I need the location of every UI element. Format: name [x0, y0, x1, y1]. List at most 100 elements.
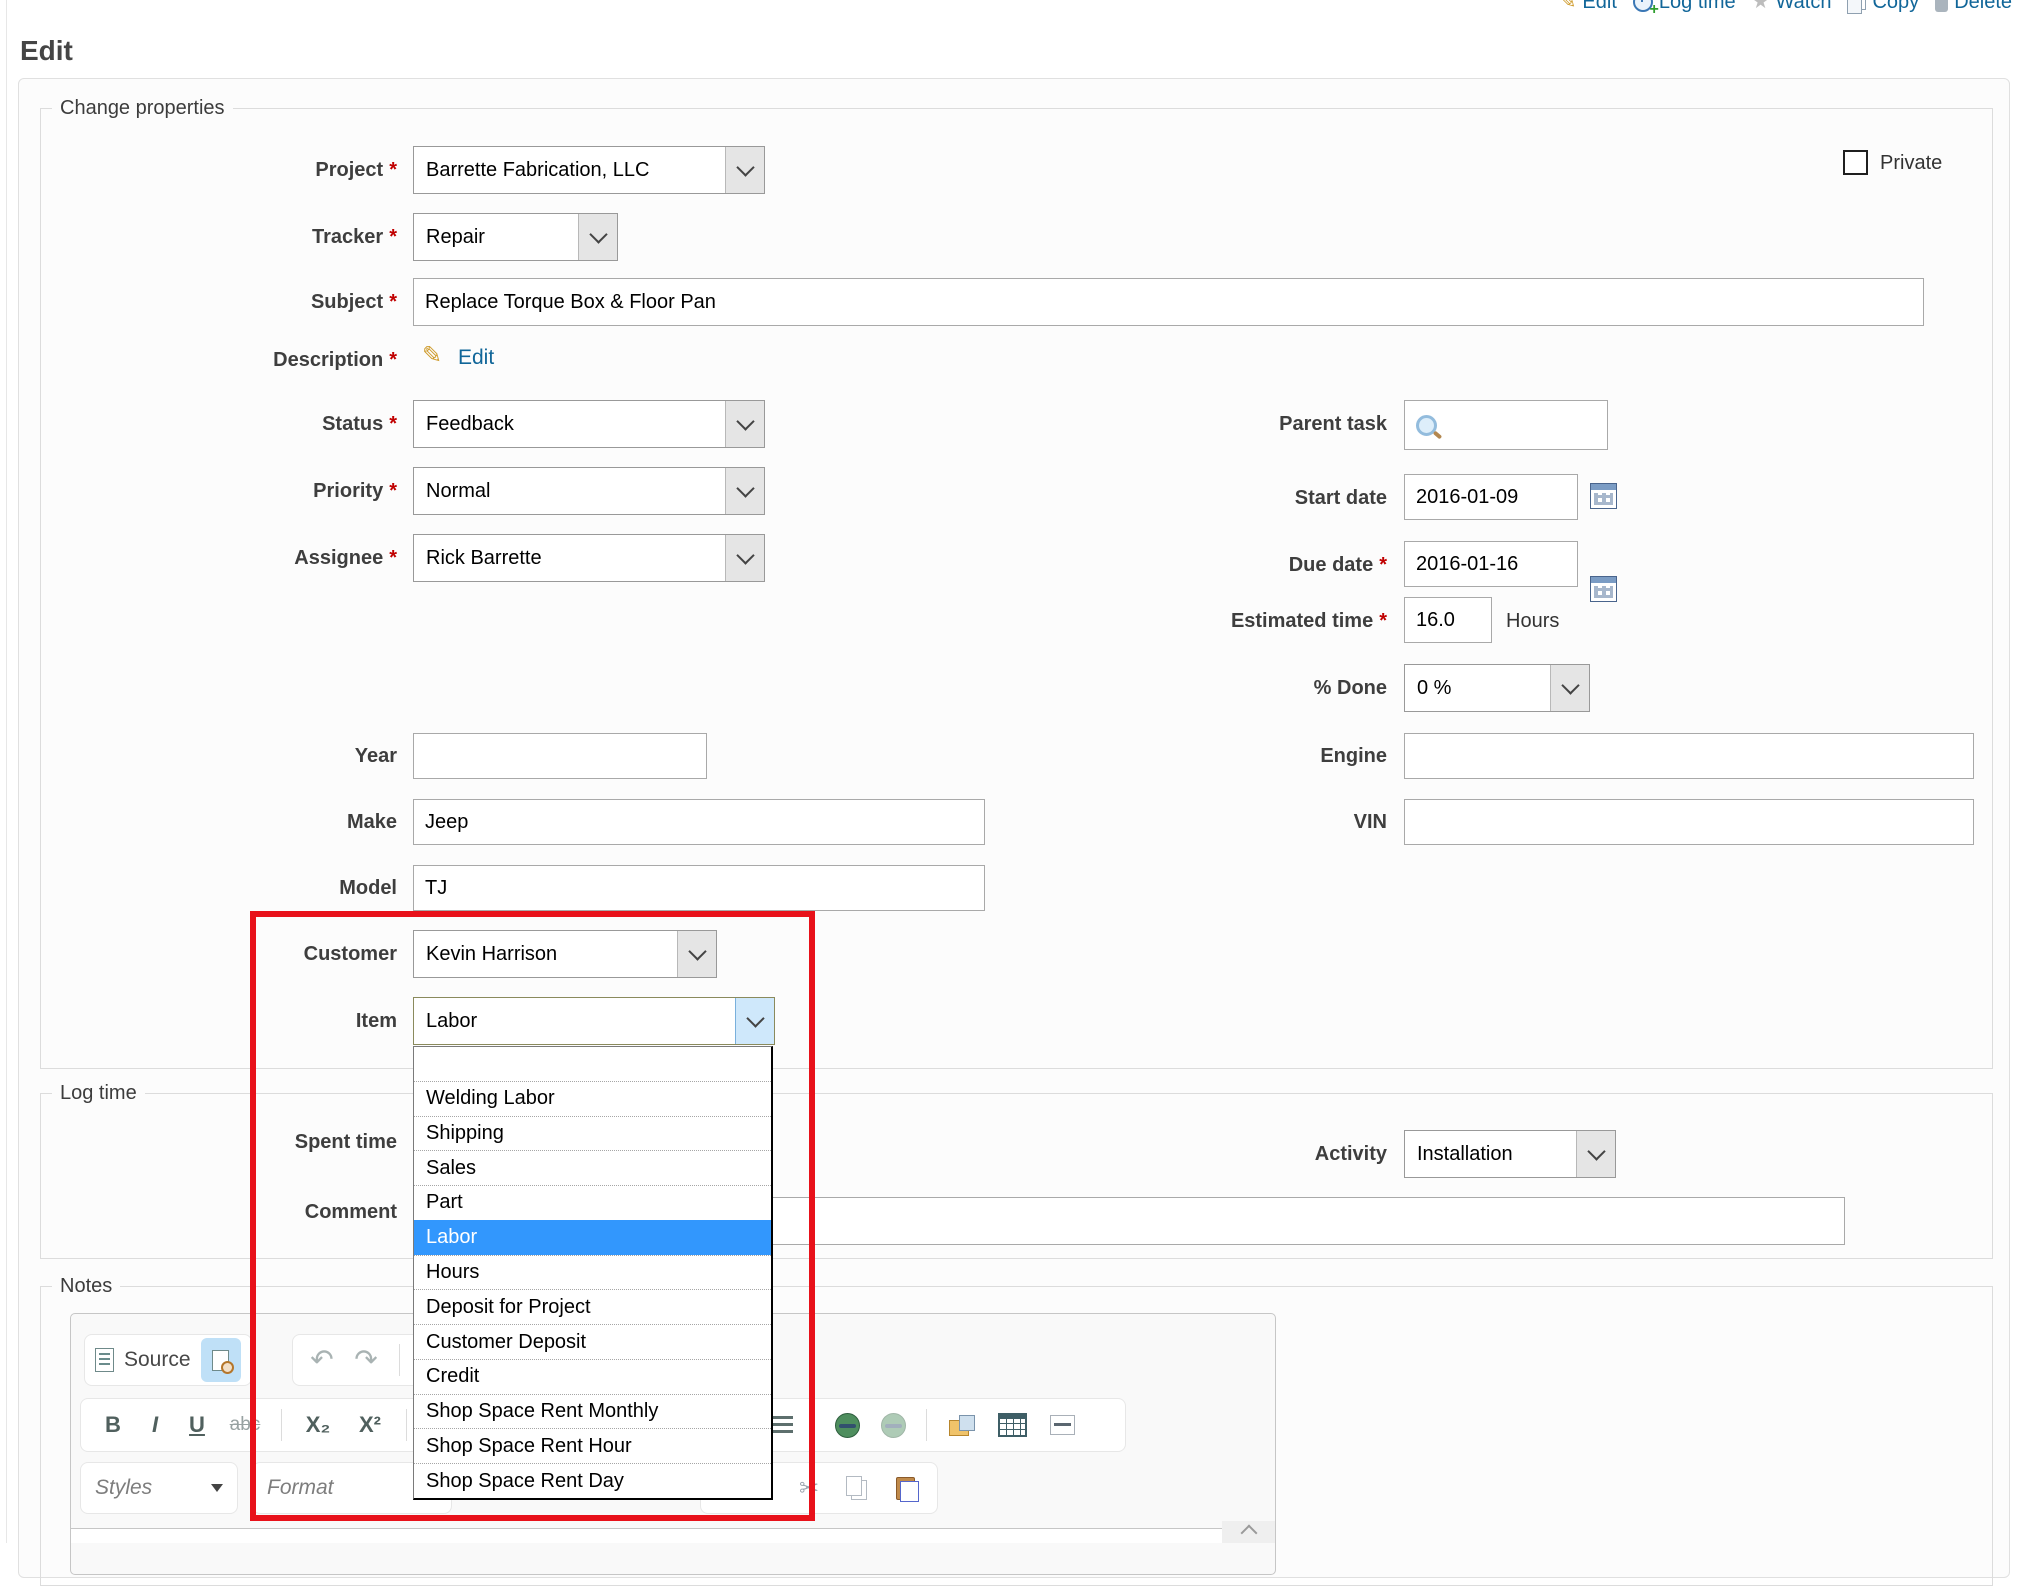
table-button[interactable] — [989, 1413, 1035, 1437]
chevron-down-icon — [1576, 1131, 1615, 1177]
horizontal-rule-button[interactable] — [1039, 1415, 1085, 1435]
status-select[interactable]: Feedback — [413, 400, 765, 448]
item-dropdown-option[interactable]: Shop Space Rent Day — [414, 1463, 771, 1498]
italic-button[interactable]: I — [137, 1412, 173, 1438]
required-mark: * — [389, 547, 397, 569]
contextual-link-label: Copy — [1872, 0, 1919, 14]
description-edit-link[interactable]: Edit — [458, 346, 494, 370]
edit-link[interactable]: ✎Edit — [1560, 0, 1617, 14]
item-dropdown-option[interactable]: Shipping — [414, 1116, 771, 1151]
customer-select[interactable]: Kevin Harrison — [413, 930, 717, 978]
underline-button[interactable]: U — [177, 1412, 217, 1438]
unlink-globe-icon — [881, 1413, 906, 1438]
chevron-down-icon — [725, 535, 764, 581]
activity-label: Activity — [900, 1140, 1387, 1168]
log-time-link[interactable]: Log time — [1633, 0, 1736, 14]
due-date-value: 2016-01-16 — [1416, 553, 1518, 576]
copy-link[interactable]: Copy — [1847, 0, 1919, 14]
watch-link[interactable]: ★Watch — [1752, 0, 1832, 14]
model-label: Model — [0, 874, 397, 902]
chevron-down-icon — [735, 998, 774, 1044]
due-date-input[interactable]: 2016-01-16 — [1404, 541, 1578, 587]
activity-select[interactable]: Installation — [1404, 1130, 1616, 1178]
pencil-icon: ✎ — [1560, 0, 1577, 14]
customer-select-value: Kevin Harrison — [414, 931, 677, 977]
item-dropdown-option[interactable]: Sales — [414, 1150, 771, 1185]
year-input[interactable] — [413, 733, 707, 779]
item-dropdown-option[interactable]: Shop Space Rent Monthly — [414, 1394, 771, 1429]
toolbar-collapse-button[interactable] — [1222, 1521, 1275, 1543]
item-dropdown-option[interactable]: Hours — [414, 1255, 771, 1290]
chevron-down-icon — [725, 147, 764, 193]
link-globe-icon — [835, 1413, 860, 1438]
page-title: Edit — [20, 35, 73, 67]
item-dropdown-option[interactable] — [414, 1047, 771, 1081]
calendar-icon[interactable] — [1590, 576, 1617, 602]
contextual-link-label: Delete — [1954, 0, 2012, 14]
change-properties-fieldset — [40, 108, 1993, 1069]
star-icon: ★ — [1752, 0, 1770, 12]
start-date-input[interactable]: 2016-01-09 — [1404, 474, 1578, 520]
toolbar-separator — [406, 1409, 407, 1441]
delete-link[interactable]: Delete — [1935, 0, 2012, 14]
item-dropdown-option[interactable]: Customer Deposit — [414, 1324, 771, 1359]
undo-icon: ↶ — [310, 1346, 333, 1374]
bold-button[interactable]: B — [93, 1412, 133, 1438]
source-button[interactable]: Source — [124, 1348, 191, 1372]
clipboard-icon — [896, 1477, 915, 1500]
item-dropdown-option[interactable]: Part — [414, 1185, 771, 1220]
engine-label: Engine — [900, 742, 1387, 770]
chevron-down-icon — [578, 214, 617, 260]
engine-input[interactable] — [1404, 733, 1974, 779]
paste-button[interactable] — [885, 1477, 925, 1500]
required-mark: * — [389, 480, 397, 502]
make-input-value: Jeep — [425, 811, 468, 834]
item-dropdown-option[interactable]: Labor — [414, 1220, 771, 1255]
start-date-label: Start date — [900, 484, 1387, 512]
undo-button[interactable]: ↶ — [303, 1346, 341, 1374]
image-button[interactable] — [939, 1415, 985, 1436]
private-checkbox[interactable] — [1843, 150, 1868, 175]
estimated-time-value: 16.0 — [1416, 609, 1455, 632]
item-select-value: Labor — [414, 998, 735, 1044]
item-select[interactable]: Labor — [413, 997, 775, 1045]
tracker-select[interactable]: Repair — [413, 213, 618, 261]
image-icon — [949, 1415, 975, 1436]
project-select[interactable]: Barrette Fabrication, LLC — [413, 146, 765, 194]
item-dropdown-option[interactable]: Deposit for Project — [414, 1289, 771, 1324]
redo-button[interactable]: ↷ — [347, 1346, 385, 1374]
notes-editor-content[interactable] — [71, 1528, 1222, 1543]
calendar-icon[interactable] — [1590, 483, 1617, 509]
vin-input[interactable] — [1404, 799, 1974, 845]
preview-button[interactable] — [201, 1338, 241, 1382]
assignee-select[interactable]: Rick Barrette — [413, 534, 765, 582]
subject-input[interactable]: Replace Torque Box & Floor Pan — [413, 278, 1924, 326]
item-dropdown-option[interactable]: Shop Space Rent Hour — [414, 1428, 771, 1463]
table-icon — [998, 1413, 1027, 1437]
link-button[interactable] — [826, 1413, 868, 1438]
item-dropdown-option[interactable]: Credit — [414, 1359, 771, 1394]
strikethrough-button[interactable]: abc — [221, 1414, 269, 1436]
item-dropdown-option[interactable]: Welding Labor — [414, 1081, 771, 1116]
copy-button[interactable] — [837, 1476, 877, 1500]
percent-done-select[interactable]: 0 % — [1404, 664, 1590, 712]
parent-task-input[interactable] — [1404, 400, 1608, 450]
search-icon — [1416, 415, 1437, 436]
superscript-button[interactable]: X² — [346, 1412, 394, 1438]
item-label: Item — [0, 1007, 397, 1035]
styles-dropdown[interactable]: Styles — [80, 1462, 238, 1514]
priority-select[interactable]: Normal — [413, 467, 765, 515]
unlink-button[interactable] — [872, 1413, 914, 1438]
tracker-label: Tracker* — [0, 223, 397, 251]
tracker-select-value: Repair — [414, 214, 578, 260]
copy-icon — [1847, 0, 1862, 14]
log-time-legend: Log time — [52, 1079, 145, 1107]
percent-done-value: 0 % — [1405, 665, 1550, 711]
subscript-button[interactable]: X₂ — [294, 1412, 342, 1438]
percent-done-label: % Done — [900, 674, 1387, 702]
model-input[interactable]: TJ — [413, 865, 985, 911]
toolbar-separator — [926, 1409, 927, 1441]
cut-button[interactable]: ✂ — [789, 1474, 829, 1503]
estimated-time-input[interactable]: 16.0 — [1404, 597, 1492, 643]
redo-icon: ↷ — [354, 1346, 377, 1374]
